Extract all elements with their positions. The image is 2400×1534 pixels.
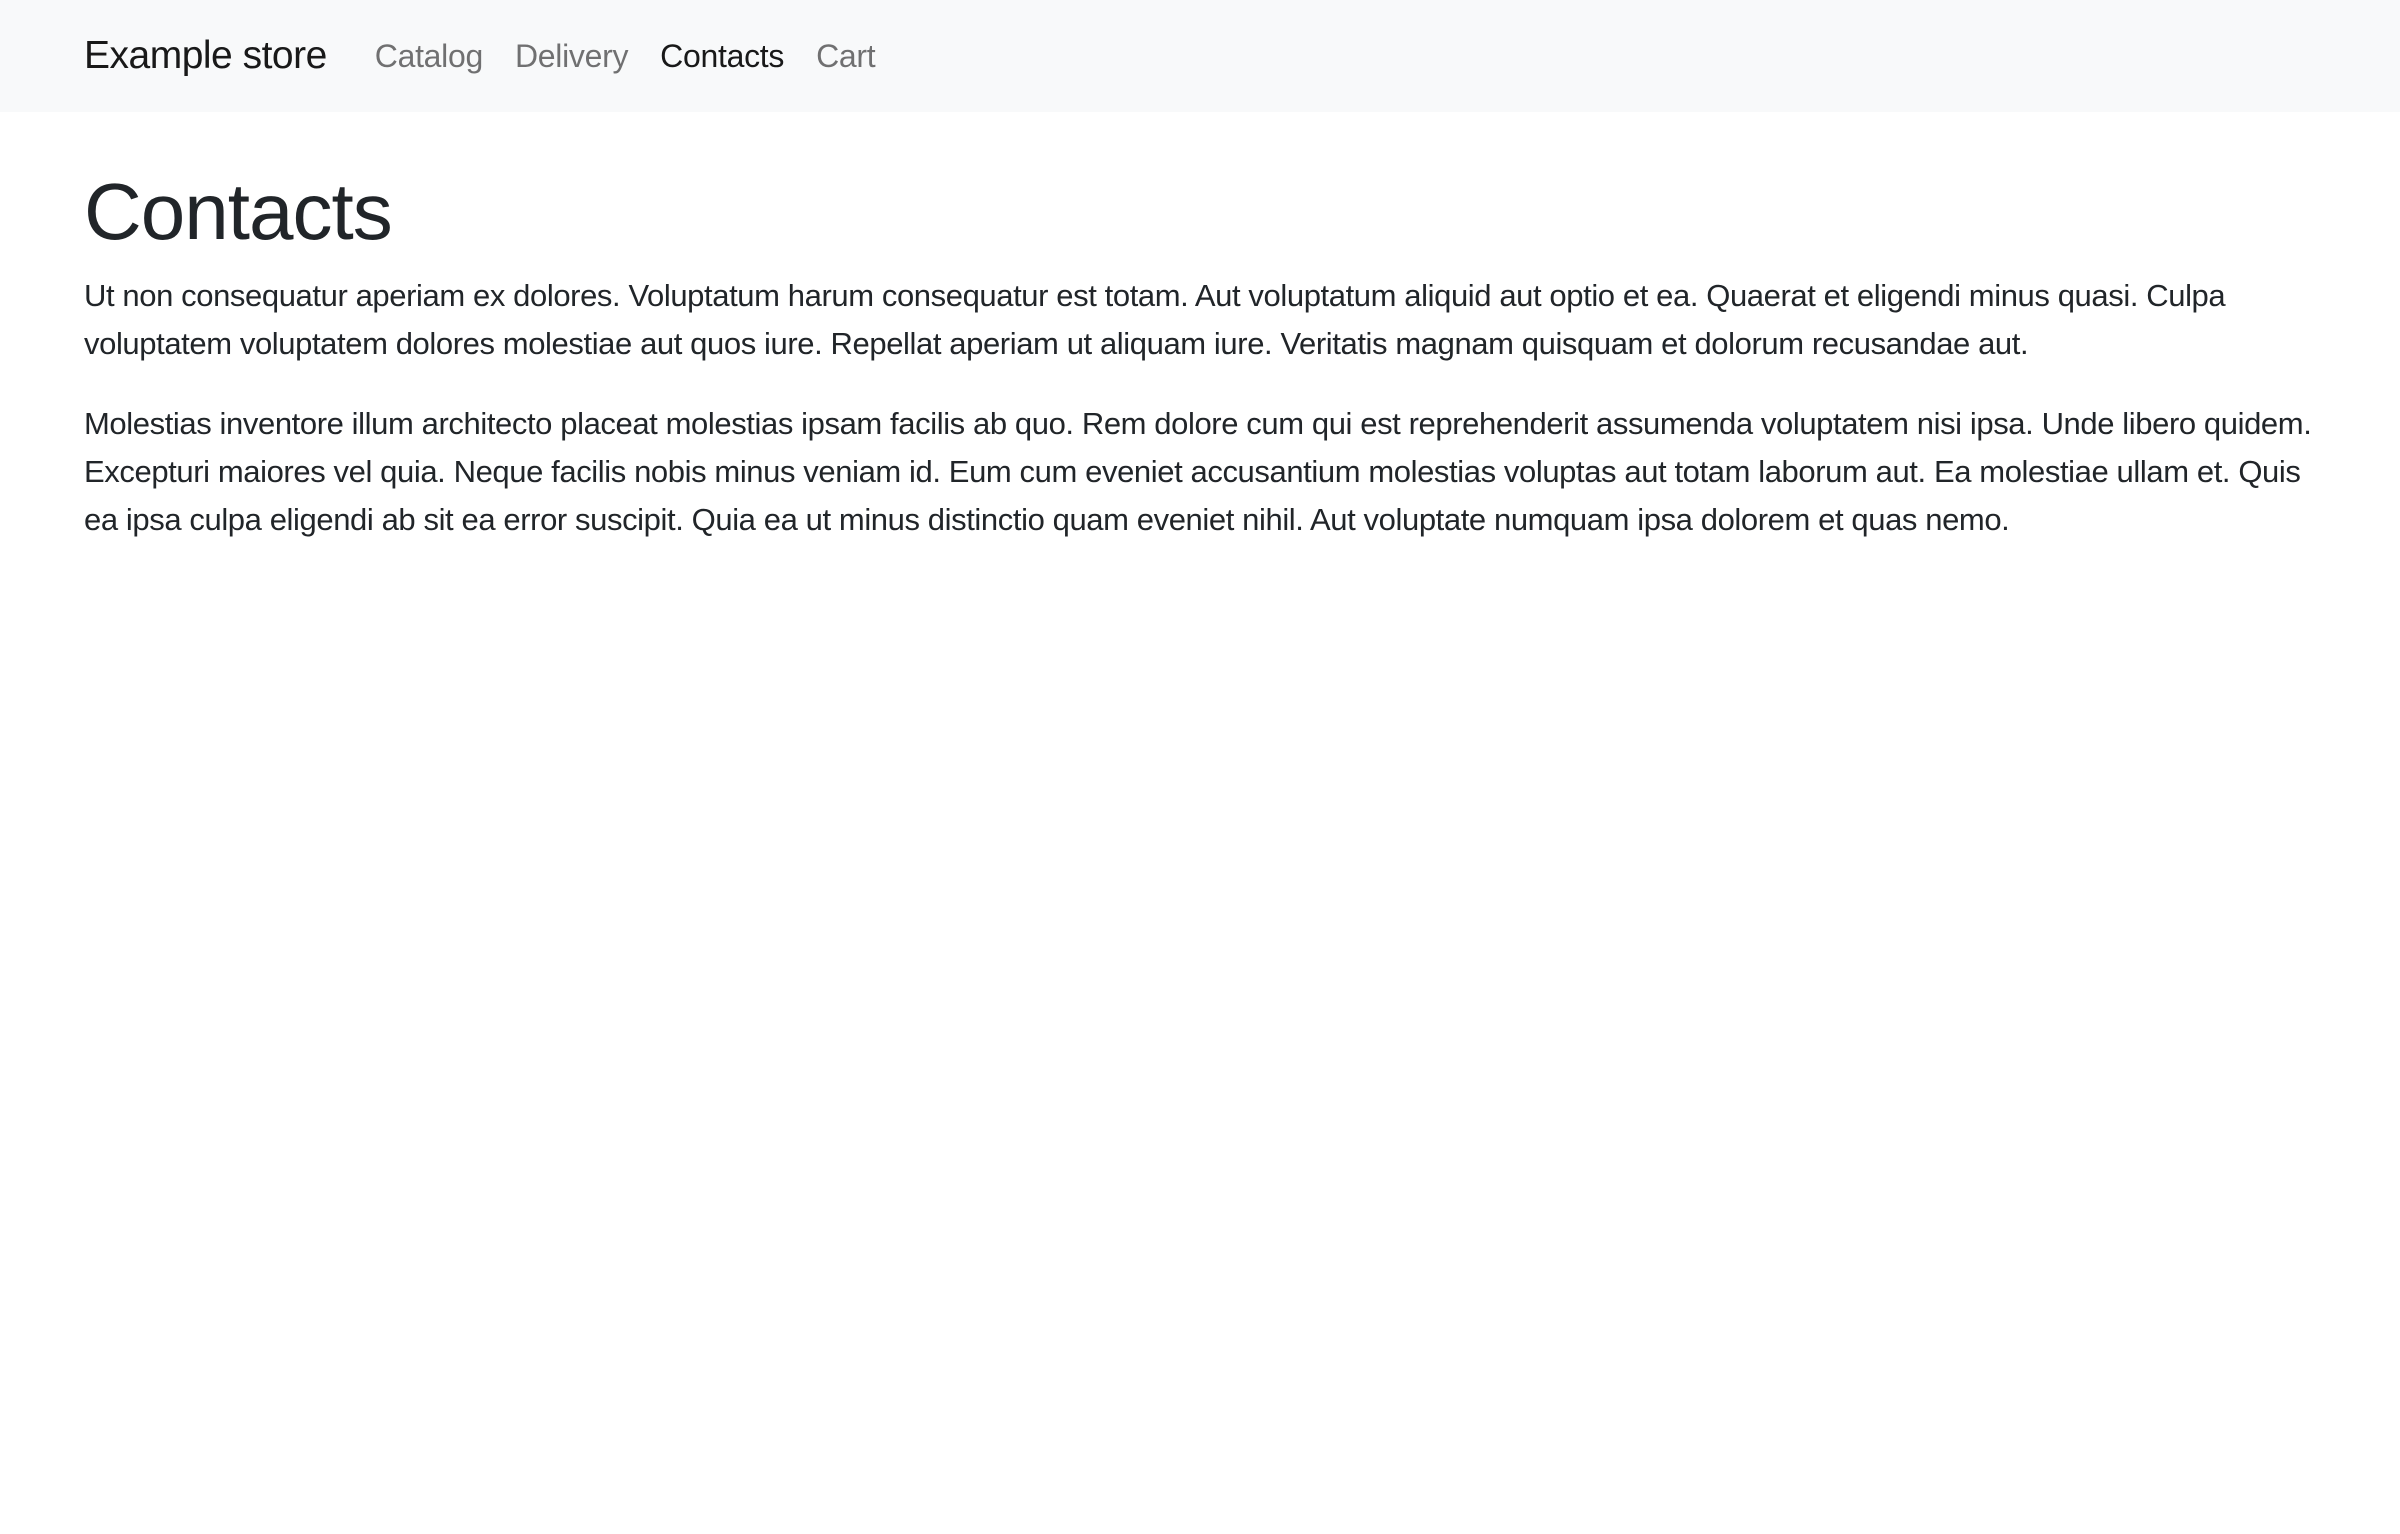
page-title: Contacts: [84, 167, 393, 256]
navbar: Example store Catalog Delivery Contacts …: [0, 0, 2400, 112]
nav-links: Catalog Delivery Contacts Cart: [375, 38, 876, 75]
main-content: Contacts Ut non consequatur aperiam ex d…: [0, 164, 2400, 544]
nav-link-catalog[interactable]: Catalog: [375, 38, 484, 75]
nav-link-cart[interactable]: Cart: [816, 38, 876, 75]
paragraph: Ut non consequatur aperiam ex dolores. V…: [84, 278, 2226, 361]
brand-link[interactable]: Example store: [84, 34, 327, 78]
paragraph: Molestias inventore illum architecto pla…: [84, 406, 2312, 537]
nav-link-delivery[interactable]: Delivery: [515, 38, 628, 75]
nav-link-contacts[interactable]: Contacts: [660, 38, 784, 75]
